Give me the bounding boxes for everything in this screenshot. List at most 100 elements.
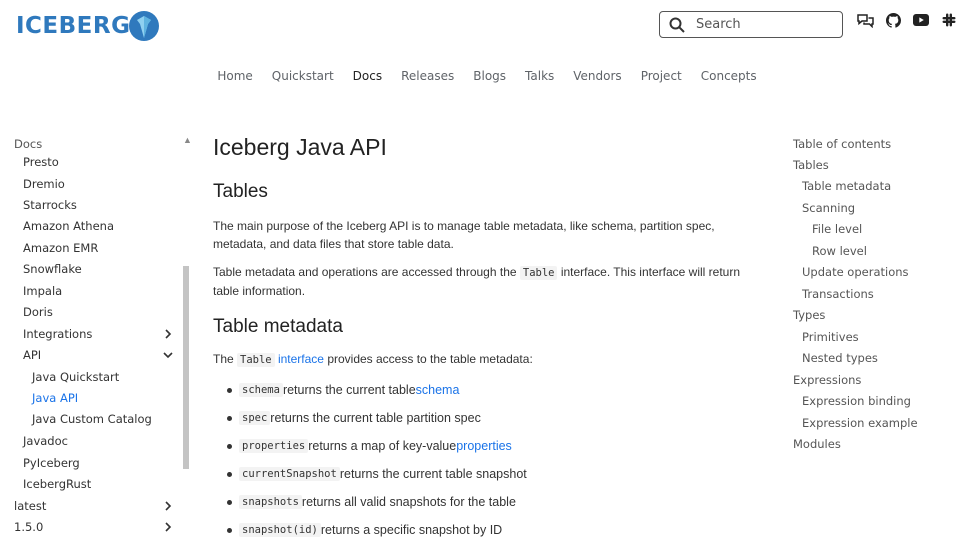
list-item: currentSnapshot returns the current tabl… — [227, 467, 527, 481]
bullet — [227, 387, 232, 393]
sidebar-item-latest[interactable]: latest — [14, 499, 46, 513]
nav-project[interactable]: Project — [631, 68, 691, 84]
sidebar-item-javadoc[interactable]: Javadoc — [23, 434, 68, 448]
nav-releases[interactable]: Releases — [392, 68, 464, 84]
link-text: interface — [274, 352, 324, 366]
inline-code: snapshots — [239, 495, 302, 509]
sidebar-item-amazon-emr[interactable]: Amazon EMR — [23, 241, 98, 255]
sidebar-item-amazon-athena[interactable]: Amazon Athena — [23, 219, 114, 233]
sidebar-item-java-custom-catalog[interactable]: Java Custom Catalog — [32, 412, 152, 426]
sidebar-scrollbar[interactable] — [183, 266, 189, 469]
paragraph-metadata-access: The Table interface provides access to t… — [213, 351, 761, 370]
toc-item-table-metadata[interactable]: Table metadata — [802, 179, 891, 193]
toc-item-row-level[interactable]: Row level — [812, 244, 867, 258]
docs-sidebar: Docs ▲ Presto Dremio Starrocks Amazon At… — [0, 135, 190, 540]
sidebar-item-1-5-0[interactable]: 1.5.0 — [14, 520, 43, 534]
sidebar-item-starrocks[interactable]: Starrocks — [23, 198, 77, 212]
toc-item-file-level[interactable]: File level — [812, 222, 862, 236]
sidebar-item-presto[interactable]: Presto — [23, 155, 59, 169]
sidebar-item-java-quickstart[interactable]: Java Quickstart — [32, 370, 119, 384]
sidebar-item-java-api[interactable]: Java API — [32, 391, 78, 405]
inline-code: Table — [237, 353, 275, 367]
toc-header: Table of contents — [793, 137, 892, 151]
toc-item-modules[interactable]: Modules — [793, 437, 841, 451]
text: returns the current table snapshot — [339, 467, 527, 481]
sidebar-item-snowflake[interactable]: Snowflake — [23, 262, 82, 276]
sidebar-item-impala[interactable]: Impala — [23, 284, 62, 298]
text: provides access to the table metadata: — [323, 352, 533, 366]
inline-code: snapshot(id) — [239, 523, 321, 537]
sidebar-item-pyiceberg[interactable]: PyIceberg — [23, 456, 80, 470]
text: The — [213, 352, 238, 366]
section-heading-table-metadata: Table metadata — [213, 316, 343, 337]
chevron-right-icon[interactable] — [163, 522, 173, 532]
inline-code: spec — [239, 411, 271, 425]
sidebar-item-api[interactable]: API — [23, 348, 41, 362]
toc-item-primitives[interactable]: Primitives — [802, 330, 859, 344]
inline-code: Table — [519, 266, 558, 280]
search-icon — [669, 17, 685, 33]
nav-vendors[interactable]: Vendors — [564, 68, 631, 84]
list-item: schema returns the current table schema — [227, 383, 459, 397]
toc-item-nested-types[interactable]: Nested types — [802, 351, 878, 365]
bullet — [227, 499, 232, 505]
iceberg-logo[interactable]: ICEBERG — [16, 8, 160, 44]
toc-item-expression-example[interactable]: Expression example — [802, 416, 918, 430]
top-navigation: Home Quickstart Docs Releases Blogs Talk… — [0, 68, 974, 84]
nav-concepts[interactable]: Concepts — [691, 68, 766, 84]
list-item: snapshot(id) returns a specific snapshot… — [227, 523, 502, 537]
paragraph-intro: The main purpose of the Iceberg API is t… — [213, 219, 715, 251]
list-item: snapshots returns all valid snapshots fo… — [227, 495, 516, 509]
list-item: properties returns a map of key-value pr… — [227, 439, 512, 453]
nav-quickstart[interactable]: Quickstart — [262, 68, 343, 84]
inline-code: schema — [239, 383, 283, 397]
iceberg-logo-icon — [129, 11, 160, 41]
chevron-down-icon[interactable] — [163, 350, 173, 360]
sidebar-item-icebergrust[interactable]: IcebergRust — [23, 477, 91, 491]
header-icons — [856, 11, 958, 29]
toc-item-transactions[interactable]: Transactions — [802, 287, 874, 301]
logo-text: ICEBERG — [16, 13, 131, 39]
nav-home[interactable]: Home — [208, 68, 262, 84]
list-item: spec returns the current table partition… — [227, 411, 481, 425]
schema-link[interactable]: schema — [416, 383, 460, 397]
search-box[interactable] — [659, 11, 843, 38]
bullet — [227, 415, 232, 421]
chat-icon[interactable] — [856, 11, 874, 29]
table-interface-link[interactable]: Table interface — [237, 352, 324, 367]
toc-item-tables[interactable]: Tables — [793, 158, 829, 172]
nav-blogs[interactable]: Blogs — [464, 68, 516, 84]
inline-code: properties — [239, 439, 309, 453]
section-heading-tables: Tables — [213, 181, 268, 202]
sidebar-item-integrations[interactable]: Integrations — [23, 327, 92, 341]
properties-link[interactable]: properties — [456, 439, 512, 453]
toc-item-expressions[interactable]: Expressions — [793, 373, 861, 387]
chevron-right-icon[interactable] — [163, 501, 173, 511]
sidebar-item-dremio[interactable]: Dremio — [23, 177, 65, 191]
text: returns the current table — [282, 383, 416, 397]
youtube-icon[interactable] — [912, 11, 930, 29]
toc-item-expression-binding[interactable]: Expression binding — [802, 394, 911, 408]
slack-icon[interactable] — [940, 11, 958, 29]
bullet — [227, 527, 232, 533]
toc-item-types[interactable]: Types — [793, 308, 825, 322]
sidebar-header: Docs — [14, 137, 43, 151]
bullet — [227, 443, 232, 449]
text: returns a specific snapshot by ID — [320, 523, 503, 537]
paragraph-table-interface: Table metadata and operations are access… — [213, 264, 761, 300]
inline-code: currentSnapshot — [239, 467, 340, 481]
text: returns a map of key-value — [308, 439, 457, 453]
github-icon[interactable] — [884, 11, 902, 29]
page-title: Iceberg Java API — [213, 134, 387, 160]
toc-item-scanning[interactable]: Scanning — [802, 201, 855, 215]
nav-talks[interactable]: Talks — [516, 68, 564, 84]
sidebar-item-doris[interactable]: Doris — [23, 305, 53, 319]
chevron-right-icon[interactable] — [163, 329, 173, 339]
nav-docs[interactable]: Docs — [343, 68, 391, 84]
caret-up-icon[interactable]: ▲ — [183, 135, 190, 145]
bullet — [227, 471, 232, 477]
text: returns the current table partition spec — [270, 411, 481, 425]
search-input[interactable] — [694, 16, 838, 33]
toc-item-update-operations[interactable]: Update operations — [802, 265, 909, 279]
text: Table metadata and operations are access… — [213, 265, 520, 279]
